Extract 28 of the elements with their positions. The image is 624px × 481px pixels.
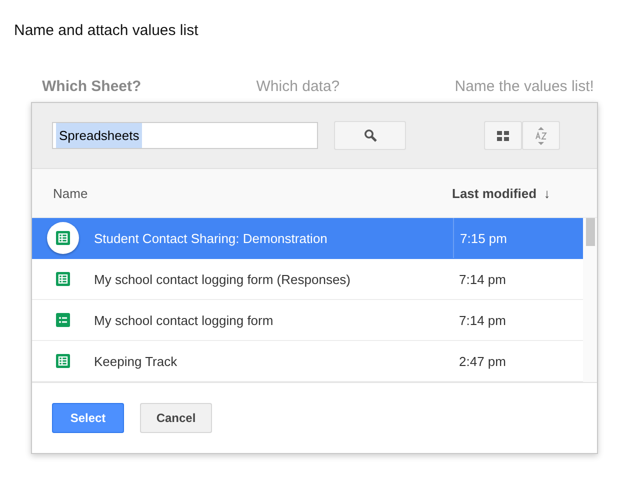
file-row[interactable]: Keeping Track 2:47 pm: [32, 341, 583, 382]
file-name: Keeping Track: [94, 354, 178, 368]
search-field[interactable]: Spreadsheets: [52, 122, 318, 149]
page-heading: Name and attach values list: [13, 21, 200, 41]
spreadsheet-icon: [47, 222, 79, 254]
search-icon: [364, 129, 376, 142]
modified-time: 7:15 pm: [460, 230, 507, 246]
file-row[interactable]: My school contact logging form (Responses) 7:14 pm: [32, 259, 583, 300]
cancel-button[interactable]: Cancel: [140, 403, 212, 433]
spreadsheet-icon: [56, 354, 70, 368]
scrollbar[interactable]: [583, 218, 597, 382]
spreadsheet-icon: [56, 272, 70, 286]
modified-time: 7:14 pm: [459, 312, 506, 328]
last-modified-column-header[interactable]: Last modified ↓: [452, 186, 597, 200]
name-column-header[interactable]: Name: [53, 186, 452, 200]
file-row[interactable]: My school contact logging form 7:14 pm: [32, 300, 583, 341]
modified-time: 2:47 pm: [459, 354, 506, 368]
file-name: My school contact logging form: [94, 312, 274, 328]
search-button[interactable]: [334, 121, 406, 150]
wizard-step[interactable]: Which Sheet?: [42, 78, 142, 102]
sort-az-icon: [535, 126, 547, 144]
form-icon: [56, 313, 70, 327]
modified-time: 7:14 pm: [459, 272, 506, 286]
file-row[interactable]: Student Contact Sharing: Demonstration 7:15 pm: [32, 218, 583, 259]
grid-view-button[interactable]: [484, 121, 522, 150]
file-name: Student Contact Sharing: Demonstration: [94, 230, 328, 246]
grid-icon: [497, 130, 509, 140]
file-name: My school contact logging form (Responses): [94, 272, 352, 286]
